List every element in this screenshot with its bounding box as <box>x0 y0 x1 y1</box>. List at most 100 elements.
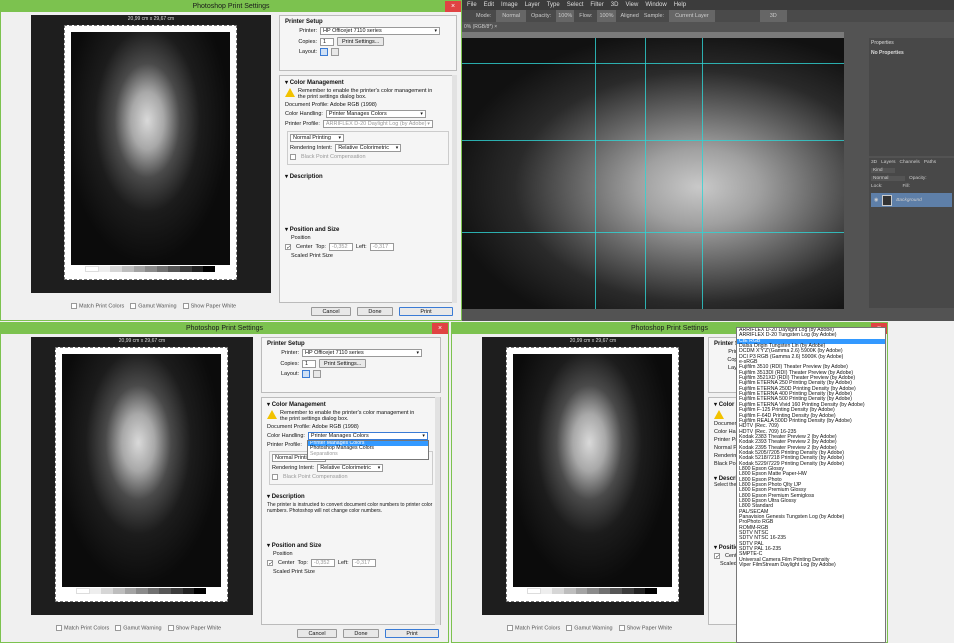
menu-3d[interactable]: 3D <box>611 0 619 10</box>
landscape-layout-icon[interactable] <box>331 48 339 56</box>
settings-scrollbar[interactable] <box>435 397 440 625</box>
show-paper-white-checkbox[interactable]: Show Paper White <box>182 303 236 309</box>
layer-row-background[interactable]: ◉ Background <box>871 193 952 207</box>
rendering-intent-select[interactable]: Relative Colorimetric <box>317 464 384 472</box>
center-label: Center <box>296 244 313 250</box>
tab-layers[interactable]: Layers <box>881 160 895 165</box>
portrait-layout-icon[interactable] <box>302 370 310 378</box>
close-button[interactable]: × <box>432 323 448 334</box>
done-button[interactable]: Done <box>343 629 379 638</box>
black-point-checkbox[interactable] <box>290 154 296 160</box>
color-management-title: Color Management <box>289 80 344 86</box>
flow-value[interactable]: 100% <box>597 10 616 22</box>
eye-icon[interactable]: ◉ <box>874 198 878 203</box>
printer-profile-select[interactable]: ARRIFLEX D-20 Daylight Log (by Adobe) <box>322 120 433 128</box>
tab-3d[interactable]: 3D <box>871 160 877 165</box>
guide-horizontal-2[interactable] <box>462 140 844 141</box>
doc-tab[interactable]: 0% (RGB/8*) × <box>464 24 497 32</box>
top-input[interactable]: -0,352 <box>328 243 353 251</box>
guide-horizontal-3[interactable] <box>462 232 844 233</box>
menu-help[interactable]: Help <box>674 0 686 10</box>
menu-type[interactable]: Type <box>547 0 560 10</box>
show-paper-white-checkbox[interactable]: Show Paper White <box>167 625 221 631</box>
portrait-layout-icon[interactable] <box>320 48 328 56</box>
landscape-layout-icon[interactable] <box>313 370 321 378</box>
cm-note: Remember to enable the printer's color m… <box>280 410 415 422</box>
print-settings-button[interactable]: Print Settings... <box>337 37 385 46</box>
match-print-colors-label: Match Print Colors <box>64 625 110 632</box>
guide-vertical-3[interactable] <box>702 38 703 309</box>
preview-options: Match Print Colors Gamut Warning Show Pa… <box>71 303 236 309</box>
blend-mode-select[interactable]: Normal <box>871 176 905 181</box>
copies-input[interactable]: 1 <box>320 37 334 46</box>
color-handling-select[interactable]: Printer Manages Colors <box>325 110 426 118</box>
menu-filter[interactable]: Filter <box>590 0 603 10</box>
paper-size-label: 20,99 cm x 29,67 cm <box>127 16 175 22</box>
layer-kind-filter[interactable]: Kind <box>871 168 895 173</box>
aligned-checkbox[interactable]: Aligned <box>621 10 639 22</box>
mode-select[interactable]: Normal <box>496 10 527 22</box>
match-print-colors-checkbox[interactable]: Match Print Colors <box>56 625 109 631</box>
left-input[interactable]: -0,317 <box>351 559 376 567</box>
layers-panel: 3D Layers Channels Paths Kind Normal Opa… <box>869 158 954 308</box>
normal-printing-select[interactable]: Normal Printing <box>290 134 344 142</box>
center-checkbox[interactable]: ✓ <box>267 560 273 567</box>
color-handling-select[interactable]: Printer Manages Colors <box>307 432 428 440</box>
rendering-intent-label: Rendering Intent: <box>272 465 315 471</box>
cancel-button[interactable]: Cancel <box>311 307 351 316</box>
dialog-title: Photoshop Print Settings <box>630 325 709 332</box>
cm-note: Remember to enable the printer's color m… <box>298 88 433 100</box>
gamut-warning-checkbox[interactable]: Gamut Warning <box>566 625 613 631</box>
printer-select[interactable]: HP Officejet 7110 series <box>302 349 422 357</box>
guide-vertical-2[interactable] <box>645 38 646 309</box>
canvas[interactable] <box>462 38 844 309</box>
menu-image[interactable]: Image <box>501 0 518 10</box>
tab-channels[interactable]: Channels <box>900 160 920 165</box>
menu-view[interactable]: View <box>625 0 638 10</box>
description-title: Description <box>289 174 323 180</box>
layout-label: Layout: <box>298 49 317 55</box>
document-profile: Document Profile: Adobe RGB (1998) <box>285 102 377 108</box>
done-button[interactable]: Done <box>357 307 393 316</box>
option-separations[interactable]: Separations <box>308 451 428 457</box>
gamut-warning-checkbox[interactable]: Gamut Warning <box>130 303 177 309</box>
guide-horizontal-1[interactable] <box>462 63 844 64</box>
match-print-colors-checkbox[interactable]: Match Print Colors <box>71 303 124 309</box>
gamut-warning-checkbox[interactable]: Gamut Warning <box>115 625 162 631</box>
portrait-image <box>513 354 672 587</box>
color-handling-dropdown: Printer Manages Colors Photoshop Manages… <box>307 440 429 460</box>
black-point-checkbox[interactable] <box>272 474 278 480</box>
guide-vertical-1[interactable] <box>595 38 596 309</box>
color-handling-label: Color Handling: <box>267 433 305 439</box>
print-button[interactable]: Print <box>399 307 453 316</box>
workspace-select[interactable]: 3D <box>759 10 787 22</box>
ps-menubar: File Edit Image Layer Type Select Filter… <box>462 0 954 10</box>
rendering-intent-select[interactable]: Relative Colorimetric <box>335 144 402 152</box>
color-management-panel: ▾ Color Management Remember to enable th… <box>261 397 441 625</box>
tab-paths[interactable]: Paths <box>924 160 936 165</box>
print-settings-button[interactable]: Print Settings... <box>319 359 367 368</box>
menu-window[interactable]: Window <box>645 0 666 10</box>
menu-file[interactable]: File <box>467 0 477 10</box>
scaled-print-size: Scaled Print Size <box>291 253 333 259</box>
settings-scrollbar[interactable] <box>452 75 457 303</box>
top-input[interactable]: -0,352 <box>310 559 335 567</box>
center-checkbox[interactable]: ✓ <box>285 244 291 251</box>
sample-select[interactable]: Current Layer <box>669 10 715 22</box>
profile-option[interactable]: Viper FilmStream Daylight Log (by Adobe) <box>737 562 885 568</box>
cancel-button[interactable]: Cancel <box>297 629 337 638</box>
menu-layer[interactable]: Layer <box>525 0 540 10</box>
show-paper-white-checkbox[interactable]: Show Paper White <box>618 625 672 631</box>
left-input[interactable]: -0,317 <box>369 243 394 251</box>
close-button[interactable]: × <box>445 1 461 12</box>
printer-select[interactable]: HP Officejet 7110 series <box>320 27 440 35</box>
printer-profile-dropdown: ARRIFLEX D-20 Daylight Log (by Adobe) ARR… <box>736 327 886 643</box>
print-button[interactable]: Print <box>385 629 439 638</box>
match-print-colors-checkbox[interactable]: Match Print Colors <box>507 625 560 631</box>
copies-input[interactable]: 1 <box>302 359 316 368</box>
dialog-titlebar: Photoshop Print Settings × <box>1 1 461 12</box>
center-checkbox[interactable]: ✓ <box>714 553 720 560</box>
opacity-value[interactable]: 100% <box>556 10 575 22</box>
menu-select[interactable]: Select <box>567 0 584 10</box>
menu-edit[interactable]: Edit <box>484 0 494 10</box>
